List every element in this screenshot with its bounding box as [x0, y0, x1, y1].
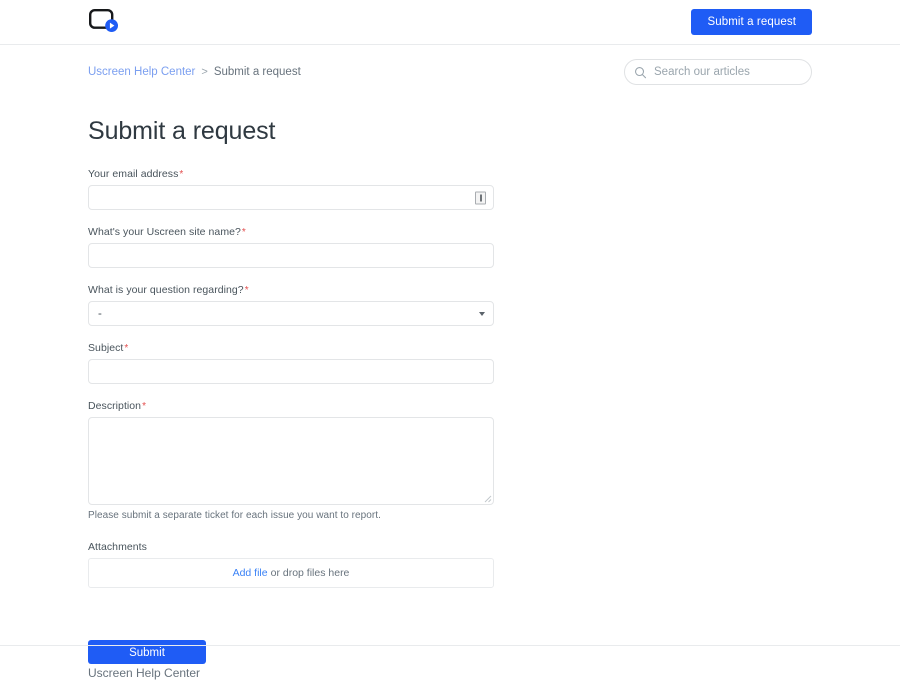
email-field[interactable]	[88, 185, 494, 210]
attachments-dropzone[interactable]: Add file or drop files here	[88, 558, 494, 588]
question-regarding-field-label: What is your question regarding?*	[88, 284, 494, 296]
footer-help-center-link[interactable]: Uscreen Help Center	[88, 666, 200, 680]
question-regarding-label-text: What is your question regarding?	[88, 284, 244, 296]
required-marker: *	[179, 169, 184, 180]
site-header: Submit a request	[0, 0, 900, 45]
field-description: Description* Please submit a separate ti…	[88, 400, 494, 521]
drop-files-text: or drop files here	[270, 567, 350, 579]
field-subject: Subject*	[88, 342, 494, 384]
breadcrumb-home-link[interactable]: Uscreen Help Center	[88, 66, 195, 78]
required-marker: *	[142, 401, 147, 412]
header-submit-request-button[interactable]: Submit a request	[691, 9, 812, 35]
subject-label-text: Subject	[88, 342, 124, 354]
subject-field-label: Subject*	[88, 342, 494, 354]
email-field-label: Your email address*	[88, 168, 494, 180]
description-field[interactable]	[88, 417, 494, 505]
request-form: Your email address* What's your Uscreen …	[88, 168, 494, 664]
field-attachments: Attachments Add file or drop files here	[88, 541, 494, 588]
site-name-field[interactable]	[88, 243, 494, 268]
attachments-field-label: Attachments	[88, 541, 147, 553]
description-textarea-wrapper	[88, 417, 494, 505]
required-marker: *	[241, 227, 246, 238]
field-question-regarding: What is your question regarding?* -	[88, 284, 494, 326]
page-title: Submit a request	[88, 117, 276, 145]
uscreen-play-logo[interactable]	[88, 7, 122, 37]
breadcrumb-current: Submit a request	[213, 66, 301, 78]
search-container	[624, 59, 812, 85]
description-label-text: Description	[88, 400, 142, 412]
question-regarding-select[interactable]: -	[88, 301, 494, 326]
description-field-label: Description*	[88, 400, 494, 412]
site-name-field-label: What's your Uscreen site name?*	[88, 226, 494, 238]
site-name-label-text: What's your Uscreen site name?	[88, 226, 241, 238]
email-label-text: Your email address	[88, 168, 179, 180]
uscreen-play-logo-icon	[89, 9, 118, 32]
add-file-link[interactable]: Add file	[233, 567, 268, 579]
required-marker: *	[244, 285, 249, 296]
field-email: Your email address*	[88, 168, 494, 210]
site-footer: Uscreen Help Center	[0, 645, 900, 682]
search-box[interactable]	[624, 59, 812, 85]
subheader-row: Uscreen Help Center > Submit a request	[0, 45, 900, 85]
question-regarding-selected-value: -	[98, 307, 102, 320]
search-input[interactable]	[654, 66, 801, 78]
autofill-icon[interactable]	[475, 191, 486, 204]
chevron-down-icon	[479, 311, 485, 316]
breadcrumb-separator: >	[201, 66, 208, 78]
question-regarding-select-wrapper: -	[88, 301, 494, 326]
description-hint: Please submit a separate ticket for each…	[88, 510, 381, 521]
search-icon	[635, 66, 647, 78]
email-input-wrapper	[88, 185, 494, 210]
field-site-name: What's your Uscreen site name?*	[88, 226, 494, 268]
subject-field[interactable]	[88, 359, 494, 384]
required-marker: *	[124, 343, 129, 354]
breadcrumb: Uscreen Help Center > Submit a request	[88, 66, 301, 78]
main-content: Submit a request Your email address* Wha…	[0, 117, 900, 664]
